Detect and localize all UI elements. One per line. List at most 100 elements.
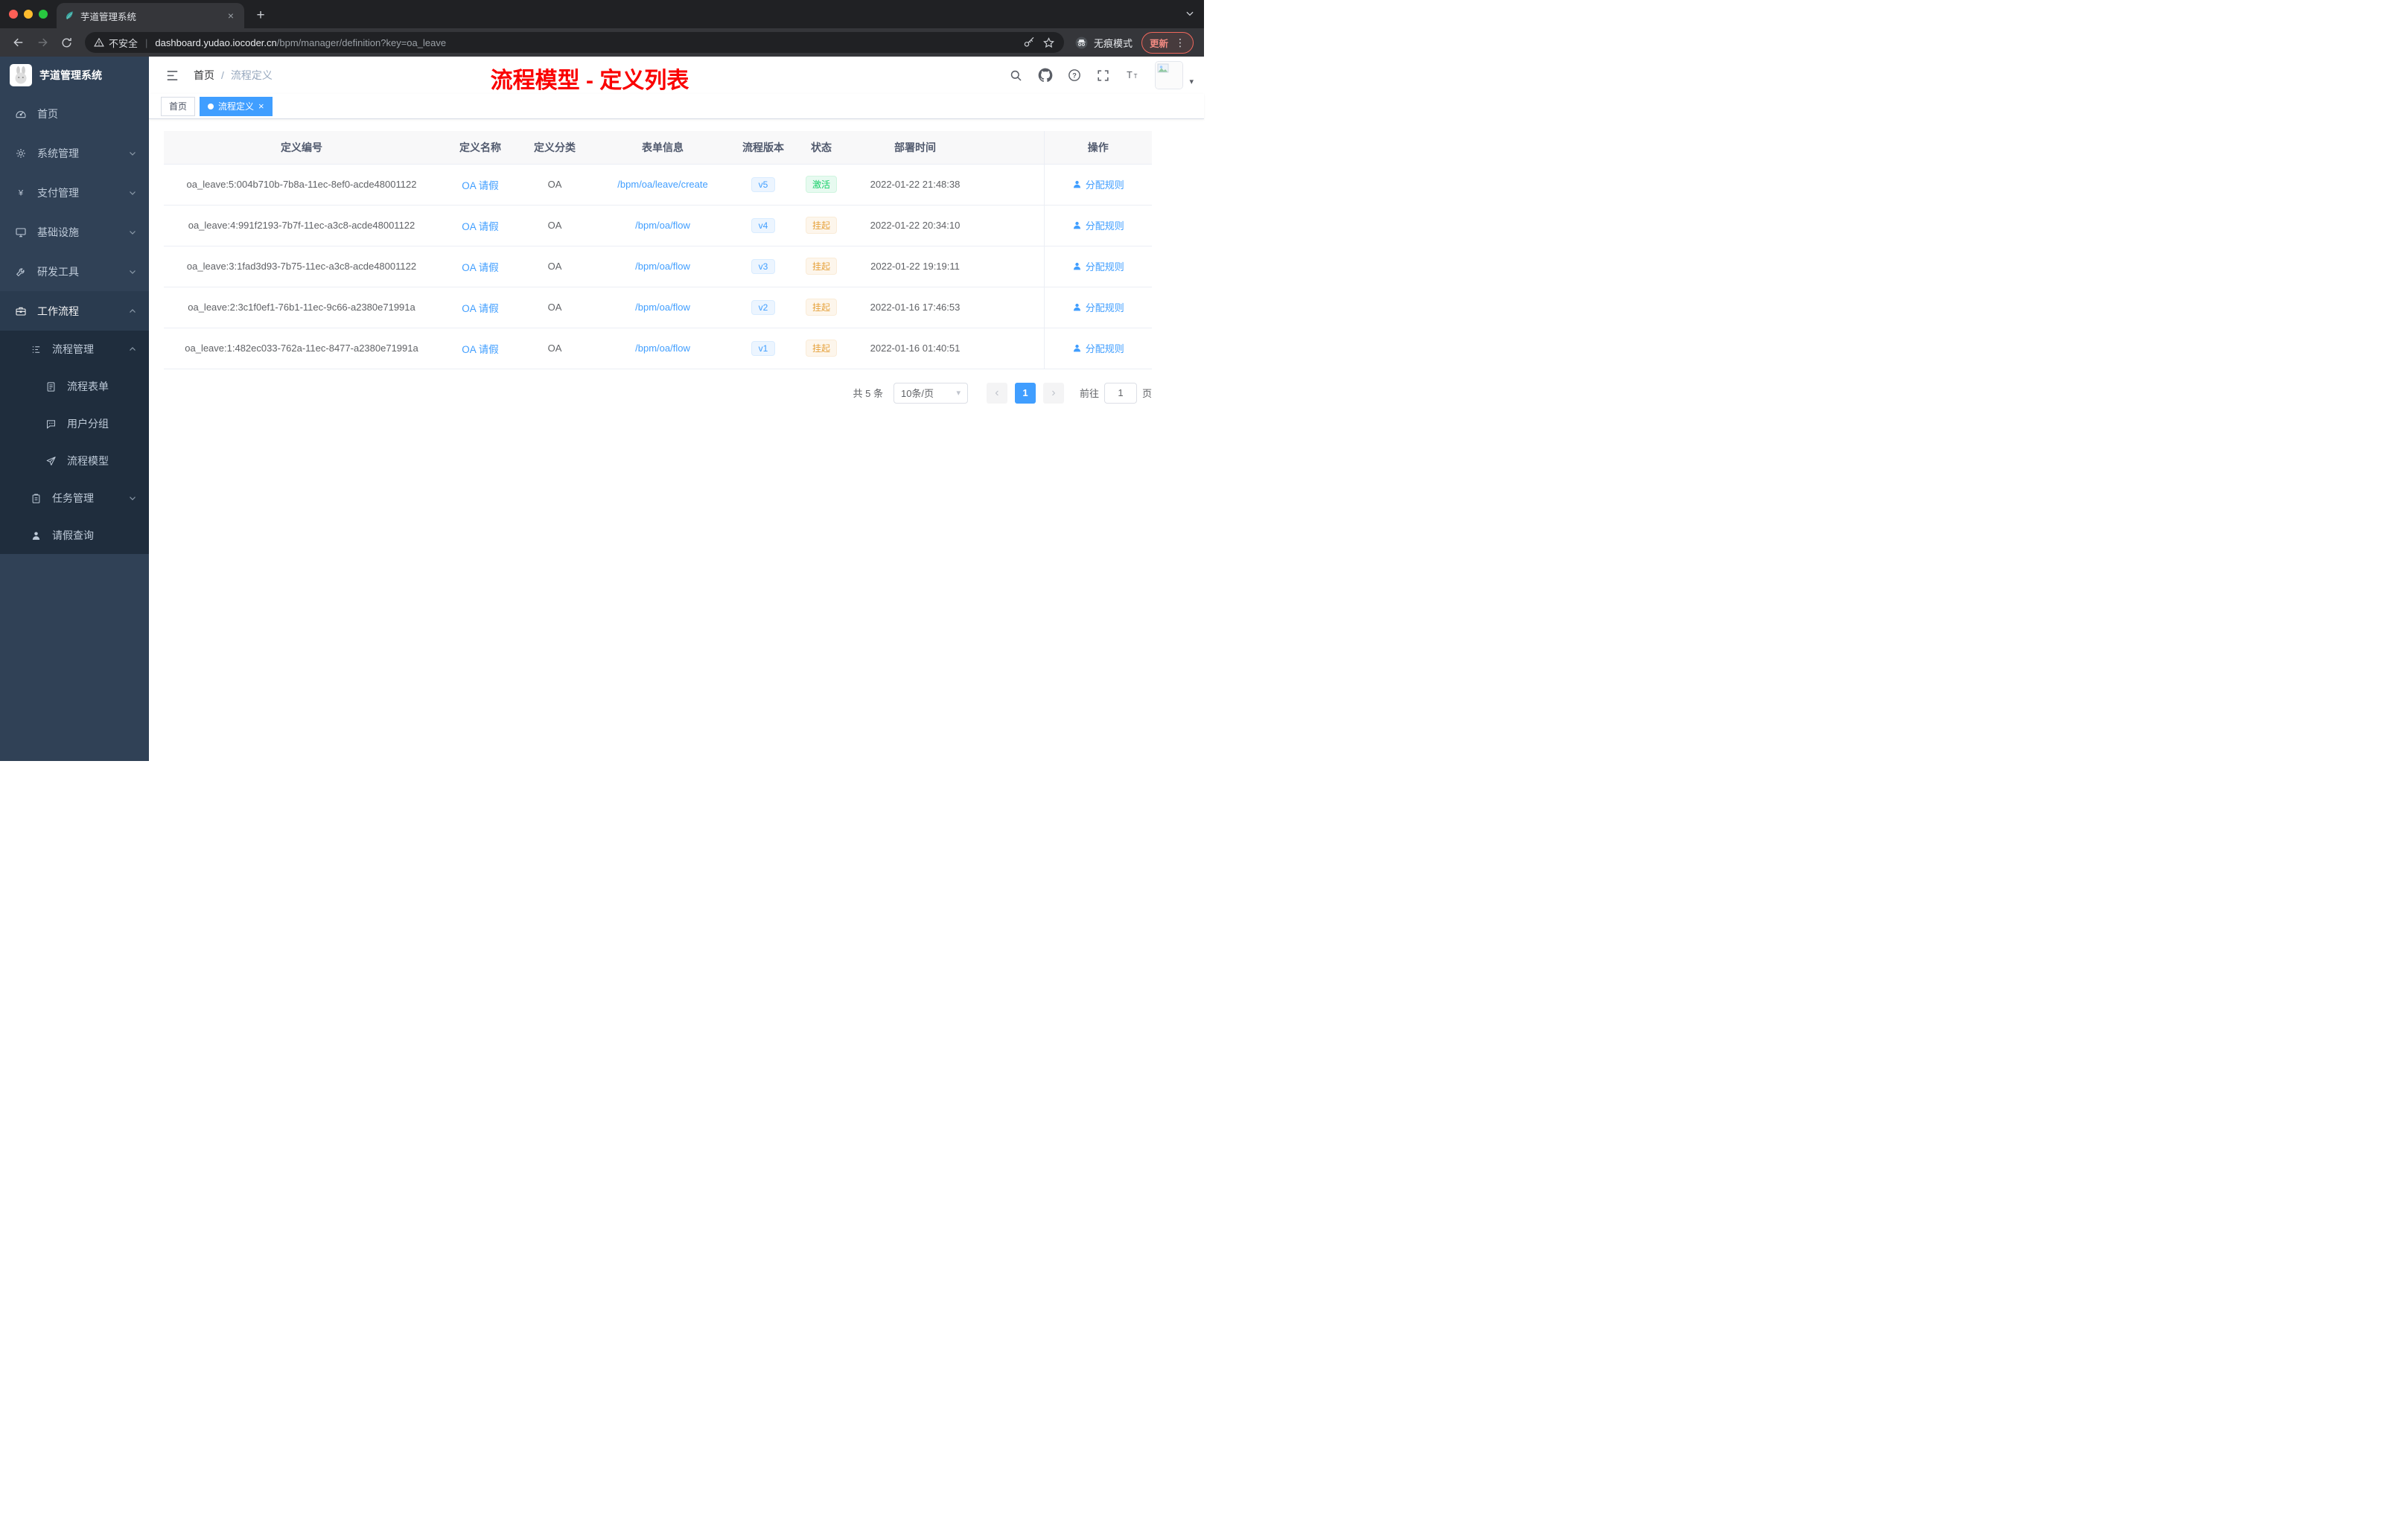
- prev-page-button[interactable]: ‹: [986, 382, 1007, 404]
- window-close-button[interactable]: [9, 10, 18, 19]
- tag-label: 首页: [169, 101, 188, 112]
- breadcrumb: 首页 / 流程定义: [194, 68, 273, 83]
- sidebar-item-home[interactable]: 首页: [0, 94, 149, 133]
- status-badge: 挂起: [805, 217, 837, 234]
- sidebar-item-infrastructure[interactable]: 基础设施: [0, 212, 149, 252]
- sidebar-menu: 首页 系统管理 ¥ 支付管理 基础设施 研发工具 工作流程 流程管理 流程表单 …: [0, 94, 149, 554]
- definition-name-link[interactable]: OA 请假: [462, 344, 499, 355]
- assign-rule-link[interactable]: 分配规则: [1072, 259, 1124, 273]
- sidebar-item-workflow[interactable]: 工作流程: [0, 291, 149, 331]
- assign-rule-link[interactable]: 分配规则: [1072, 341, 1124, 355]
- browser-menu-icon[interactable]: ⋮: [1175, 36, 1185, 49]
- app-logo[interactable]: 芋道管理系统: [0, 57, 149, 94]
- wrench-icon: [15, 266, 27, 278]
- user-avatar[interactable]: [1155, 61, 1184, 89]
- tag-process-definition[interactable]: 流程定义 ×: [200, 96, 273, 116]
- assign-rule-link[interactable]: 分配规则: [1072, 177, 1124, 191]
- window-zoom-button[interactable]: [39, 10, 48, 19]
- definition-name-link[interactable]: OA 请假: [462, 221, 499, 232]
- form-link[interactable]: /bpm/oa/flow: [635, 302, 690, 313]
- goto-label: 前往: [1079, 388, 1099, 399]
- github-icon[interactable]: [1033, 63, 1057, 88]
- avatar-caret-icon[interactable]: ▾: [1189, 77, 1194, 86]
- briefcase-icon: [15, 305, 27, 317]
- cell-deploy-time: 2022-01-22 20:34:10: [853, 205, 977, 246]
- sidebar-item-label: 研发工具: [37, 265, 79, 278]
- new-tab-button[interactable]: +: [250, 5, 271, 26]
- help-icon[interactable]: ?: [1062, 63, 1086, 88]
- sidebar-item-label: 基础设施: [37, 226, 79, 238]
- sidebar-item-payment[interactable]: ¥ 支付管理: [0, 173, 149, 212]
- form-link[interactable]: /bpm/oa/flow: [635, 261, 690, 272]
- active-tag-dot: [208, 103, 214, 109]
- sidebar-item-user-group[interactable]: 用户分组: [0, 405, 149, 442]
- reload-icon[interactable]: [55, 31, 77, 54]
- window-minimize-button[interactable]: [24, 10, 33, 19]
- bookmark-star-icon[interactable]: [1042, 36, 1055, 49]
- sidebar-item-task-manage[interactable]: 任务管理: [0, 480, 149, 517]
- tags-view-bar: 首页 流程定义 ×: [149, 94, 1204, 119]
- sidebar-item-label: 首页: [37, 107, 58, 120]
- table-row: oa_leave:3:1fad3d93-7b75-11ec-a3c8-acde4…: [164, 246, 1152, 287]
- cell-category: OA: [521, 328, 588, 369]
- column-header-name: 定义名称: [439, 131, 521, 165]
- browser-tabstrip: 芋道管理系统 × +: [0, 0, 1204, 28]
- page-number-button[interactable]: 1: [1014, 382, 1036, 404]
- browser-update-button[interactable]: 更新 ⋮: [1141, 31, 1194, 54]
- sidebar-item-label: 工作流程: [37, 305, 79, 317]
- version-badge: v3: [751, 258, 776, 274]
- status-badge: 挂起: [805, 340, 837, 357]
- back-icon[interactable]: [7, 31, 30, 54]
- sidebar-item-process-manage[interactable]: 流程管理: [0, 331, 149, 368]
- definition-table: 定义编号 定义名称 定义分类 表单信息 流程版本 状态 部署时间 操作 oa_l…: [164, 131, 1152, 369]
- logo-title: 芋道管理系统: [39, 69, 102, 81]
- fullscreen-icon[interactable]: [1091, 63, 1115, 88]
- tab-search-icon[interactable]: [1185, 8, 1195, 19]
- hamburger-icon[interactable]: [159, 63, 185, 88]
- tab-close-icon[interactable]: ×: [225, 10, 237, 22]
- sidebar-item-process-model[interactable]: 流程模型: [0, 442, 149, 480]
- form-link[interactable]: /bpm/oa/flow: [635, 343, 690, 354]
- person-icon: [30, 529, 42, 541]
- security-label: 不安全: [109, 37, 138, 49]
- cell-filler: [977, 328, 1044, 369]
- definition-name-link[interactable]: OA 请假: [462, 262, 499, 273]
- assign-rule-link[interactable]: 分配规则: [1072, 218, 1124, 232]
- url-text[interactable]: dashboard.yudao.iocoder.cn/bpm/manager/d…: [155, 37, 1019, 48]
- page-size-select[interactable]: 10条/页 ▾: [893, 382, 968, 404]
- sidebar-item-system[interactable]: 系统管理: [0, 133, 149, 173]
- navbar-right: ? TT ▾: [1004, 61, 1194, 89]
- assign-rule-link[interactable]: 分配规则: [1072, 300, 1124, 314]
- cell-definition-id: oa_leave:1:482ec033-762a-11ec-8477-a2380…: [164, 328, 439, 369]
- sidebar-item-process-form[interactable]: 流程表单: [0, 368, 149, 405]
- browser-tab[interactable]: 芋道管理系统 ×: [57, 3, 244, 28]
- tag-close-icon[interactable]: ×: [258, 101, 264, 111]
- user-icon: [1073, 221, 1080, 229]
- sidebar-item-label: 请假查询: [52, 529, 94, 541]
- form-link[interactable]: /bpm/oa/leave/create: [617, 179, 707, 190]
- main-area: 流程模型 - 定义列表 首页 / 流程定义 ? T T ▾ 首页 流程定义 × …: [149, 57, 1204, 761]
- font-size-icon[interactable]: TT: [1120, 63, 1144, 88]
- definition-name-link[interactable]: OA 请假: [462, 180, 499, 191]
- sidebar-item-label: 支付管理: [37, 186, 79, 199]
- annotation-text: 流程模型 - 定义列表: [490, 69, 689, 93]
- goto-page-input[interactable]: [1103, 382, 1137, 404]
- address-bar[interactable]: 不安全 | dashboard.yudao.iocoder.cn/bpm/man…: [85, 32, 1064, 53]
- incognito-label: 无痕模式: [1093, 37, 1133, 49]
- tag-home[interactable]: 首页: [161, 96, 196, 116]
- password-key-icon[interactable]: [1023, 36, 1035, 48]
- form-link[interactable]: /bpm/oa/flow: [635, 220, 690, 231]
- gear-icon: [15, 147, 27, 159]
- column-header-version: 流程版本: [737, 131, 789, 165]
- breadcrumb-home-link[interactable]: 首页: [194, 68, 214, 83]
- sidebar-item-leave-query[interactable]: 请假查询: [0, 517, 149, 554]
- definition-name-link[interactable]: OA 请假: [462, 303, 499, 314]
- next-page-button[interactable]: ›: [1042, 382, 1064, 404]
- column-header-status: 状态: [789, 131, 853, 165]
- version-badge: v5: [751, 176, 776, 192]
- sidebar-item-devtools[interactable]: 研发工具: [0, 252, 149, 291]
- forward-icon[interactable]: [31, 31, 54, 54]
- security-chip[interactable]: 不安全: [94, 36, 138, 50]
- search-icon[interactable]: [1004, 63, 1028, 88]
- sidebar-item-label: 流程模型: [67, 455, 109, 467]
